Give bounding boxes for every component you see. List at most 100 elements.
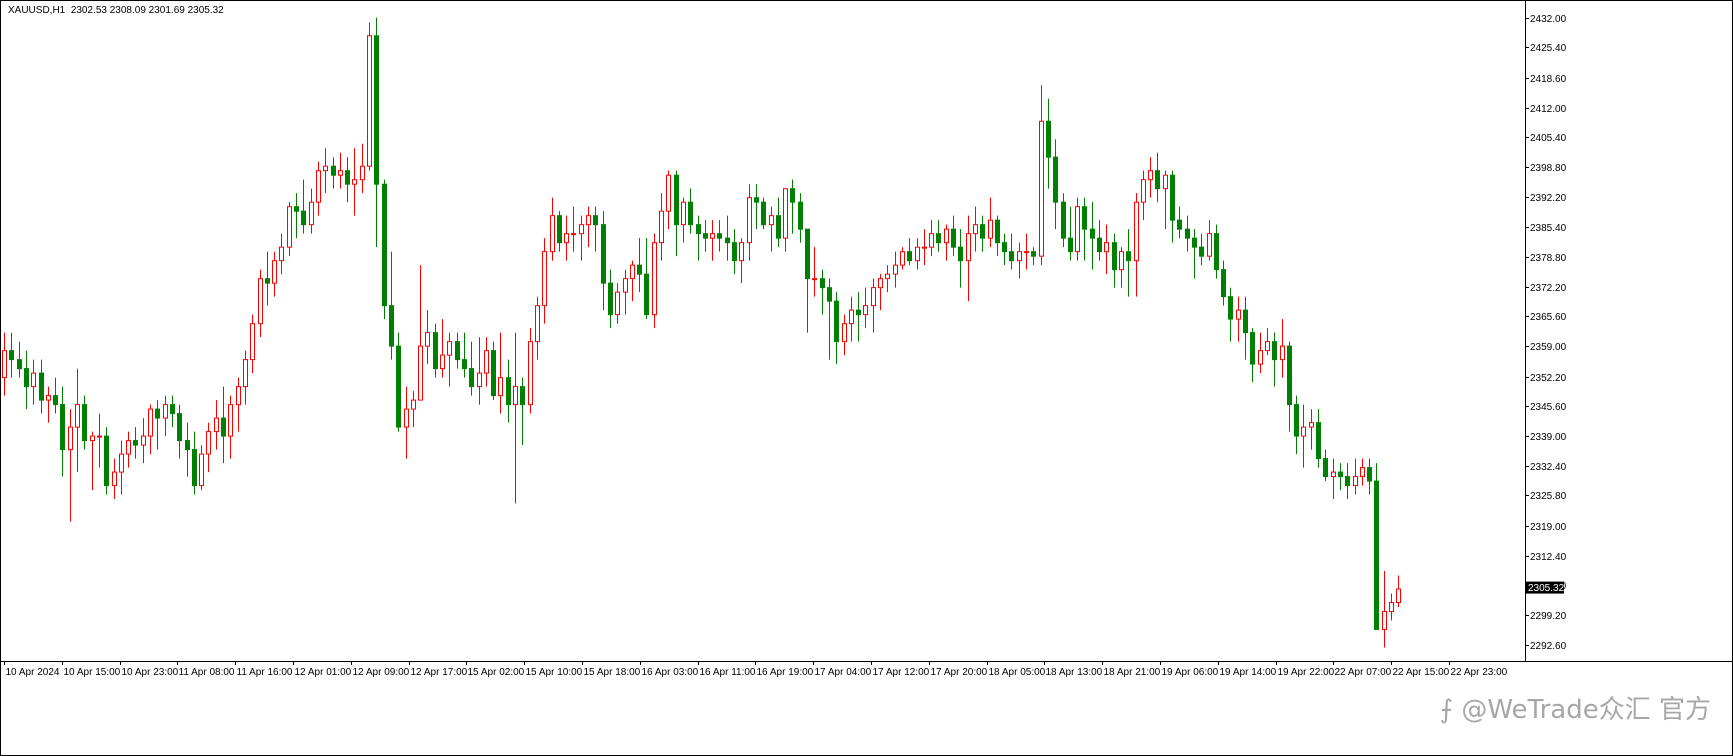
bear-candle	[1155, 152, 1160, 203]
bull-candle	[46, 386, 51, 423]
x-tick-label: 18 Apr 21:00	[1104, 667, 1161, 678]
bear-candle	[907, 238, 912, 266]
x-tick-label: 18 Apr 13:00	[1046, 667, 1103, 678]
bull-candle	[1280, 319, 1285, 378]
bull-candle	[1075, 197, 1080, 261]
bull-candle	[586, 206, 591, 248]
bull-candle	[199, 445, 204, 491]
candle-body	[630, 264, 635, 280]
candle-body	[1382, 611, 1387, 631]
bull-candle	[615, 283, 620, 324]
bear-candle	[1068, 206, 1073, 261]
candle-body	[900, 251, 905, 266]
current-price-label: 2305.32	[1528, 583, 1565, 594]
candle-body	[754, 197, 759, 203]
y-tick-label: 2392.20	[1530, 193, 1567, 204]
y-tick-label: 2365.60	[1530, 312, 1567, 323]
candle-body	[1199, 246, 1204, 257]
y-tick-label: 2345.60	[1530, 402, 1567, 413]
bull-candle	[1360, 458, 1365, 486]
y-tick-label: 2378.80	[1530, 253, 1567, 264]
candle-body	[856, 309, 861, 316]
candle-body	[1338, 471, 1343, 478]
bull-candle	[228, 395, 233, 459]
candle-body	[1353, 476, 1358, 487]
candle-body	[1250, 332, 1255, 365]
bear-candle	[725, 215, 730, 261]
candle-body	[907, 251, 912, 262]
candle-body	[988, 219, 993, 239]
candle-body	[287, 206, 292, 248]
bull-candle	[163, 395, 168, 437]
bear-candle	[1192, 229, 1197, 279]
candle-body	[75, 404, 80, 428]
bull-candle	[659, 193, 664, 261]
bear-candle	[1031, 247, 1036, 266]
bear-candle	[1112, 233, 1117, 288]
bull-candle	[214, 400, 219, 450]
bull-candle	[97, 413, 102, 468]
bear-candle	[1316, 409, 1321, 468]
bull-candle	[710, 220, 715, 261]
candle-body	[1134, 201, 1139, 262]
bull-candle	[571, 206, 576, 252]
bear-candle	[469, 341, 474, 396]
bear-candle	[1046, 98, 1051, 189]
bull-candle	[966, 215, 971, 302]
candle-body	[681, 201, 686, 226]
bear-candle	[389, 251, 394, 360]
candle-body	[163, 404, 168, 419]
candle-body	[265, 278, 270, 284]
bull-candle	[112, 458, 117, 500]
bull-candle	[75, 368, 80, 473]
bear-candle	[491, 341, 496, 401]
candle-body	[498, 377, 503, 397]
y-tick-label: 2398.80	[1530, 163, 1567, 174]
candlestick-chart[interactable]: 2292.602299.202305.802312.402319.002325.…	[0, 0, 1733, 756]
bull-candle	[1163, 170, 1168, 230]
candle-body	[433, 332, 438, 370]
candle-body	[301, 210, 306, 226]
bear-candle	[958, 229, 963, 288]
x-tick-label: 12 Apr 09:00	[353, 667, 410, 678]
y-tick-label: 2432.00	[1530, 14, 1567, 25]
candle-body	[447, 341, 452, 356]
candle-body	[637, 264, 642, 275]
y-tick-label: 2332.40	[1530, 462, 1567, 473]
bear-candle	[674, 170, 679, 257]
candle-body	[331, 165, 336, 176]
candle-body	[24, 368, 29, 388]
candle-body	[834, 300, 839, 343]
bear-candle	[345, 157, 350, 203]
bear-candle	[177, 404, 182, 459]
candle-body	[228, 404, 233, 437]
time-axis: 10 Apr 2024 10 Apr 15:00 10 Apr 23:00 11 Ap…	[4, 661, 1508, 678]
bear-candle	[39, 359, 44, 414]
bull-candle	[900, 247, 905, 270]
bear-candle	[696, 215, 701, 261]
bull-candle	[1017, 242, 1022, 279]
bull-candle	[973, 206, 978, 252]
candle-body	[593, 215, 598, 226]
candle-body	[17, 359, 22, 370]
candle-body	[258, 278, 263, 325]
candle-body	[790, 188, 795, 203]
x-tick-label: 17 Apr 20:00	[931, 667, 988, 678]
candle-body	[579, 224, 584, 235]
candle-body	[1082, 206, 1087, 230]
bull-candle	[279, 233, 284, 275]
candle-body	[739, 242, 744, 262]
bull-candle	[513, 332, 518, 504]
candle-body	[68, 426, 73, 451]
bear-candle	[104, 427, 109, 495]
bull-candle	[579, 215, 584, 261]
candle-body	[915, 246, 920, 262]
bear-candle	[732, 229, 737, 275]
candle-body	[352, 179, 357, 185]
candle-body	[250, 323, 255, 361]
candle-body	[141, 435, 146, 446]
bull-candle	[666, 170, 671, 230]
x-tick-label: 22 Apr 07:00	[1335, 667, 1392, 678]
candle-body	[31, 372, 36, 388]
candle-body	[104, 435, 109, 487]
